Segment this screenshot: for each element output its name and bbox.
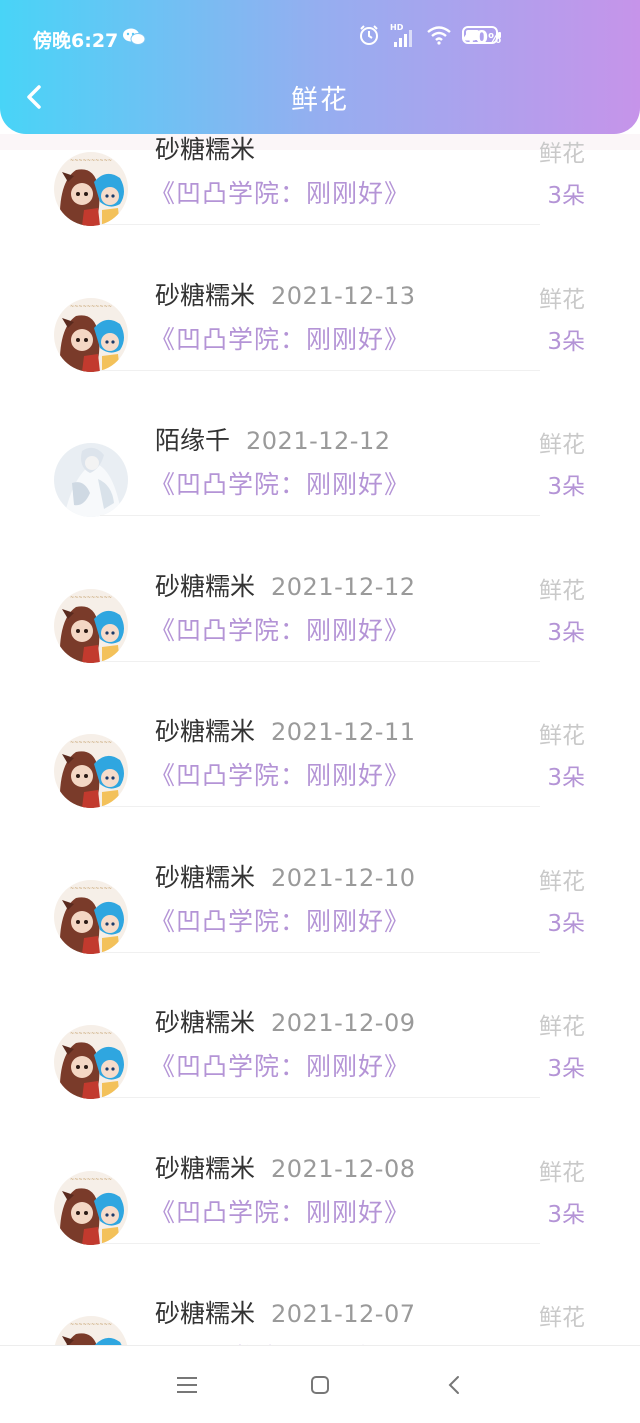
svg-text:~~~~~~~~~~: ~~~~~~~~~~ xyxy=(70,595,112,601)
book-title[interactable]: 《凹凸学院：刚刚好》 xyxy=(150,465,410,501)
gift-count: 3朵 xyxy=(547,619,585,646)
row-divider xyxy=(100,1242,540,1244)
back-icon[interactable] xyxy=(446,1374,462,1396)
user-name[interactable]: 砂糖糯米 2021-12-13 xyxy=(155,276,416,312)
row-divider xyxy=(100,1097,540,1098)
gift-type: 鲜花 xyxy=(539,723,585,749)
battery-percent: 40% xyxy=(463,27,502,48)
record-date: 2021-12-12 xyxy=(246,427,391,455)
avatar[interactable]: ~~~~~~~~~~ xyxy=(54,1170,128,1245)
record-date: 2021-12-12 xyxy=(271,572,416,601)
svg-text:~~~~~~~~~~: ~~~~~~~~~~ xyxy=(70,886,112,892)
list-item[interactable]: ~~~~~~~~~~ 砂糖糯米《凹凸学院：刚刚好》 鲜花 3朵 xyxy=(0,124,640,269)
book-title[interactable]: 《凹凸学院：刚刚好》 xyxy=(150,1338,410,1345)
book-title[interactable]: 《凹凸学院：刚刚好》 xyxy=(150,611,410,647)
gift-type: 鲜花 xyxy=(539,1159,585,1186)
list-item[interactable]: ~~~~~~~~~~ 砂糖糯米 2021-12-11 《凹凸学院：刚刚好》 鲜花 3朵 xyxy=(0,706,640,851)
avatar[interactable]: ~~~~~~~~~~ xyxy=(54,588,128,663)
record-date: 2021-12-07 xyxy=(271,1300,416,1328)
list-item[interactable]: ~~~~~~~~~~砂糖糯米2021-12-07《凹凸学院：刚刚好》鲜花3朵 xyxy=(0,1288,640,1345)
row-divider xyxy=(100,515,540,516)
gift-record-list[interactable]: ~~~~~~~~~~ 砂糖糯米 《凹凸学院：刚刚好》 鲜花 3朵 ~~~~~~~~~~ 砂糖… xyxy=(0,0,640,1345)
wifi-icon xyxy=(426,25,452,49)
page-title: 鲜花 xyxy=(291,85,349,116)
user-name[interactable]: 砂糖糯米 2021-12-10 xyxy=(155,858,416,894)
user-name[interactable]: 砂糖糯米 2021-12-12 xyxy=(155,567,416,603)
list-item[interactable]: ~~~~~~~~~~ 砂糖糯米 2021-12-12 《凹凸学院：刚刚好》 鲜花 3朵 xyxy=(0,561,640,706)
list-item[interactable]: ~~~~~~~~~~ 砂糖糯米 2021-12-09 《凹凸学院：刚刚好》 鲜花 3朵 xyxy=(0,997,640,1142)
book-title[interactable]: 《凹凸学院：刚刚好》 xyxy=(150,174,410,210)
list-item[interactable]: ~~~~~~~~~~ 砂糖糯米 2021-12-08 《凹凸学院：刚刚好》 鲜花 3朵 xyxy=(0,1143,640,1288)
row-divider xyxy=(100,806,540,807)
gift-type: 鲜花 xyxy=(539,1305,585,1331)
row-divider xyxy=(100,369,540,371)
user-name[interactable]: 砂糖糯米 2021-12-11 xyxy=(155,712,416,748)
signal-icon: HD xyxy=(390,23,416,48)
svg-text:~~~~~~~~~~: ~~~~~~~~~~ xyxy=(70,304,112,310)
status-bar: 傍晚6:27 HD 40% xyxy=(0,0,640,76)
user-name[interactable]: 砂糖糯米 2021-12-08 xyxy=(155,1149,416,1185)
alarm-icon xyxy=(358,24,380,50)
record-date: 2021-12-09 xyxy=(271,1009,416,1037)
row-divider xyxy=(100,224,540,225)
avatar[interactable] xyxy=(54,443,128,517)
gift-type: 鲜花 xyxy=(539,1014,585,1040)
user-name[interactable]: 砂糖糯米 2021-12-09 xyxy=(155,1003,416,1039)
book-title[interactable]: 《凹凸学院：刚刚好》 xyxy=(150,320,410,356)
user-name[interactable]: 砂糖糯米 2021-12-07 xyxy=(155,1294,416,1330)
gift-type: 鲜花 xyxy=(539,286,585,313)
gift-count: 3朵 xyxy=(547,1056,585,1082)
gift-count: 3朵 xyxy=(547,1201,585,1228)
gift-count: 3朵 xyxy=(547,910,585,937)
record-date: 2021-12-11 xyxy=(271,718,416,746)
gift-count: 3朵 xyxy=(547,765,585,791)
record-date: 2021-12-08 xyxy=(271,1154,416,1183)
svg-text:~~~~~~~~~~: ~~~~~~~~~~ xyxy=(70,740,112,746)
gift-count: 3朵 xyxy=(547,328,585,355)
gift-count: 3朵 xyxy=(547,474,585,500)
avatar[interactable]: ~~~~~~~~~~ xyxy=(54,879,128,954)
menu-icon[interactable] xyxy=(175,1376,199,1394)
list-item[interactable]: ~~~~~~~~~~ 砂糖糯米 2021-12-10 《凹凸学院：刚刚好》 鲜花 3朵 xyxy=(0,852,640,997)
book-title[interactable]: 《凹凸学院：刚刚好》 xyxy=(150,1193,410,1229)
avatar[interactable]: ~~~~~~~~~~ xyxy=(54,734,128,808)
status-time: 傍晚6:27 xyxy=(33,30,119,52)
svg-text:~~~~~~~~~~: ~~~~~~~~~~ xyxy=(70,1177,112,1183)
list-item[interactable]: 陌缘千 2021-12-12 《凹凸学院：刚刚好》 鲜花 3朵 xyxy=(0,415,640,560)
gift-type: 鲜花 xyxy=(539,577,585,604)
avatar[interactable]: ~~~~~~~~~~ xyxy=(54,1025,128,1099)
book-title[interactable]: 《凹凸学院：刚刚好》 xyxy=(150,1047,410,1083)
gift-type: 鲜花 xyxy=(539,868,585,895)
book-title[interactable]: 《凹凸学院：刚刚好》 xyxy=(150,756,410,792)
wechat-icon xyxy=(122,27,146,51)
avatar[interactable]: ~~~~~~~~~~ xyxy=(54,152,128,226)
list-item[interactable]: ~~~~~~~~~~ 砂糖糯米 2021-12-13 《凹凸学院：刚刚好》 鲜花 3朵 xyxy=(0,270,640,415)
app-header: 傍晚6:27 HD 40% 鲜花 xyxy=(0,0,640,134)
user-name[interactable]: 陌缘千 2021-12-12 xyxy=(155,421,391,457)
avatar[interactable]: ~~~~~~~~~~ xyxy=(54,1316,128,1345)
user-name[interactable]: 砂糖糯米 xyxy=(155,130,271,166)
avatar[interactable]: ~~~~~~~~~~ xyxy=(54,297,128,372)
gift-count: 3朵 xyxy=(547,183,585,209)
svg-text:~~~~~~~~~~: ~~~~~~~~~~ xyxy=(70,158,112,164)
svg-text:~~~~~~~~~~: ~~~~~~~~~~ xyxy=(70,1322,112,1328)
record-date: 2021-12-10 xyxy=(271,863,416,892)
book-title[interactable]: 《凹凸学院：刚刚好》 xyxy=(150,902,410,938)
gift-type: 鲜花 xyxy=(539,432,585,458)
row-divider xyxy=(100,660,540,662)
svg-text:~~~~~~~~~~: ~~~~~~~~~~ xyxy=(70,1031,112,1037)
gift-type: 鲜花 xyxy=(539,141,585,167)
record-date: 2021-12-13 xyxy=(271,281,416,310)
row-divider xyxy=(100,951,540,953)
home-icon[interactable] xyxy=(310,1375,330,1395)
system-nav-bar xyxy=(0,1345,640,1423)
